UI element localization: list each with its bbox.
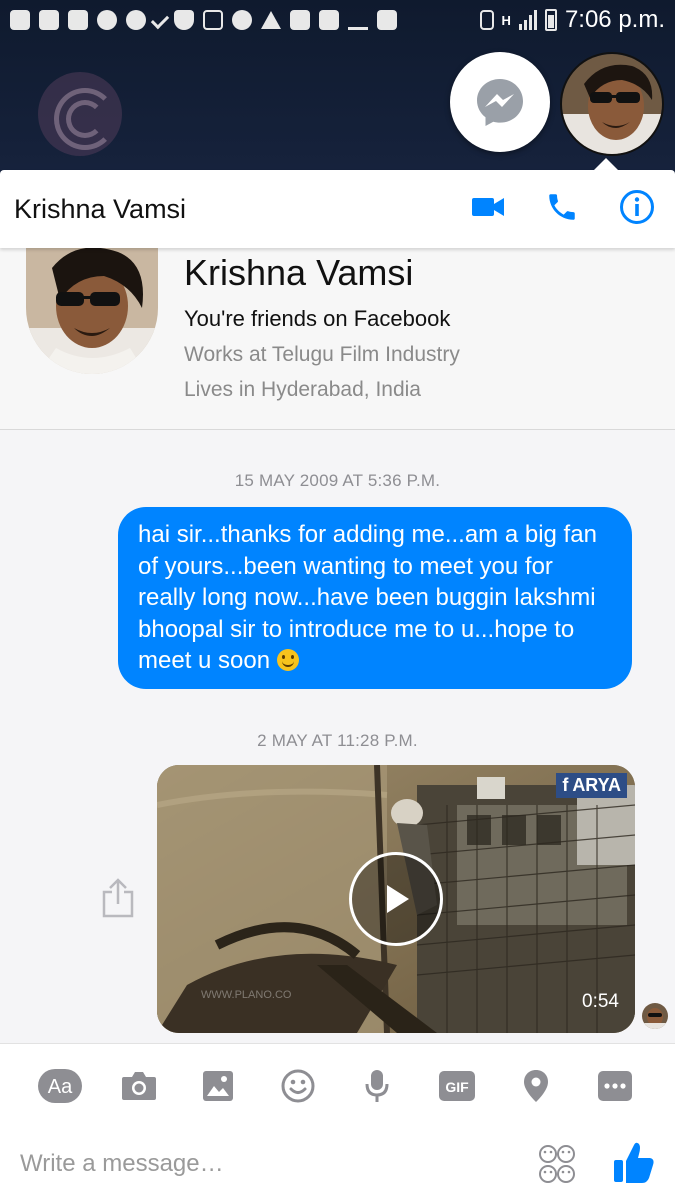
seen-avatar-icon: [642, 1003, 668, 1029]
more-options-button[interactable]: [593, 1064, 637, 1108]
seen-receipt-avatar: [642, 1003, 668, 1029]
message-composer: Aa GIF Write a message…: [0, 1043, 675, 1200]
header-actions: [471, 189, 661, 230]
profile-avatar[interactable]: [26, 248, 158, 374]
gif-icon: GIF: [438, 1071, 475, 1101]
video-badge-label: ARYA: [572, 775, 621, 795]
profile-name: Krishna Vamsi: [184, 252, 414, 293]
notification-icons: [10, 10, 397, 30]
share-button[interactable]: [100, 878, 136, 918]
contact-chathead[interactable]: [560, 52, 664, 156]
gallery-button[interactable]: [196, 1064, 240, 1108]
video-call-icon: [472, 197, 504, 216]
video-duration: 0:54: [582, 991, 619, 1012]
running-icon: [377, 10, 397, 30]
check-icon: [150, 10, 170, 30]
share-icon: [102, 878, 134, 918]
sent-message-bubble[interactable]: hai sir...thanks for adding me...am a bi…: [118, 507, 632, 689]
emoji-button[interactable]: [276, 1064, 320, 1108]
message-icon: [97, 10, 117, 30]
skype-icon: [68, 10, 88, 30]
instagram-icon: [203, 10, 223, 30]
clock: 7:06 p.m.: [564, 6, 665, 33]
system-status: H 7:06 p.m.: [479, 6, 665, 34]
conversation-title: Krishna Vamsi: [14, 193, 187, 224]
gmail-icon: [290, 10, 310, 30]
app-my-icon: [39, 10, 59, 30]
shield-icon: [174, 10, 194, 30]
message-timestamp: 15 MAY 2009 AT 5:36 P.M.: [234, 471, 441, 490]
warning-icon: [261, 11, 281, 29]
slight-smile-icon: [276, 649, 299, 671]
battery-icon: [544, 9, 557, 31]
sticker-icon: [539, 1145, 575, 1183]
video-call-button[interactable]: [471, 194, 505, 225]
work-info: Works at Telugu Film Industry: [184, 343, 460, 366]
more-icon: [598, 1071, 633, 1101]
download-icon: [348, 10, 368, 30]
camera-icon: [122, 1072, 157, 1100]
text-format-icon: Aa: [37, 1069, 82, 1103]
messenger-icon: [477, 79, 523, 126]
profile-photo: [26, 248, 158, 374]
camera-button[interactable]: [117, 1064, 161, 1108]
profile-card: Krishna Vamsi You're friends on Facebook…: [0, 248, 675, 430]
message-timestamp-2: 2 MAY AT 11:28 P.M.: [257, 731, 418, 750]
gallery-icon: [203, 1071, 234, 1101]
emoji-icon: [281, 1069, 315, 1103]
text-format-button[interactable]: Aa: [37, 1064, 82, 1108]
background-app-logo: [38, 72, 122, 156]
more-notifications-icon: [10, 10, 30, 30]
friendship-status: You're friends on Facebook: [184, 306, 451, 331]
location-info: Lives in Hyderabad, India: [184, 378, 421, 401]
voice-message-button[interactable]: [355, 1064, 399, 1108]
play-button[interactable]: [349, 852, 443, 946]
voice-call-button[interactable]: [545, 190, 579, 229]
whatsapp-icon: [232, 10, 252, 30]
message-input[interactable]: [20, 1146, 520, 1182]
contact-avatar: [562, 54, 662, 154]
video-attachment[interactable]: WWW.PLANO.CO f ARYA 0:54: [157, 765, 635, 1033]
email-icon: [319, 10, 339, 30]
facebook-f-icon: f: [562, 775, 569, 795]
svg-text:Aa: Aa: [47, 1076, 72, 1098]
phone-icon: [549, 193, 575, 220]
microphone-icon: [365, 1070, 389, 1102]
messenger-chathead[interactable]: [450, 52, 550, 152]
info-button[interactable]: [619, 189, 655, 230]
video-watermark: WWW.PLANO.CO: [201, 989, 292, 1001]
info-icon: [620, 189, 654, 224]
location-icon: [523, 1070, 548, 1102]
message-text: hai sir...thanks for adding me...am a bi…: [138, 521, 597, 674]
status-bar: H 7:06 p.m.: [0, 0, 675, 40]
video-source-badge: f ARYA: [556, 773, 627, 798]
conversation-header: Krishna Vamsi: [0, 170, 675, 248]
network-type-label: H: [501, 12, 511, 28]
signal-icon: [518, 10, 537, 30]
composer-toolbar: Aa GIF: [0, 1064, 675, 1108]
play-icon: [387, 885, 409, 913]
like-button[interactable]: [612, 1140, 656, 1186]
sticker-button[interactable]: [538, 1144, 576, 1184]
svg-text:GIF: GIF: [445, 1079, 469, 1095]
vibrate-icon: [479, 10, 494, 30]
thumbs-up-icon: [614, 1142, 654, 1183]
location-button[interactable]: [514, 1064, 558, 1108]
gif-button[interactable]: GIF: [435, 1064, 479, 1108]
message-icon-2: [126, 10, 146, 30]
